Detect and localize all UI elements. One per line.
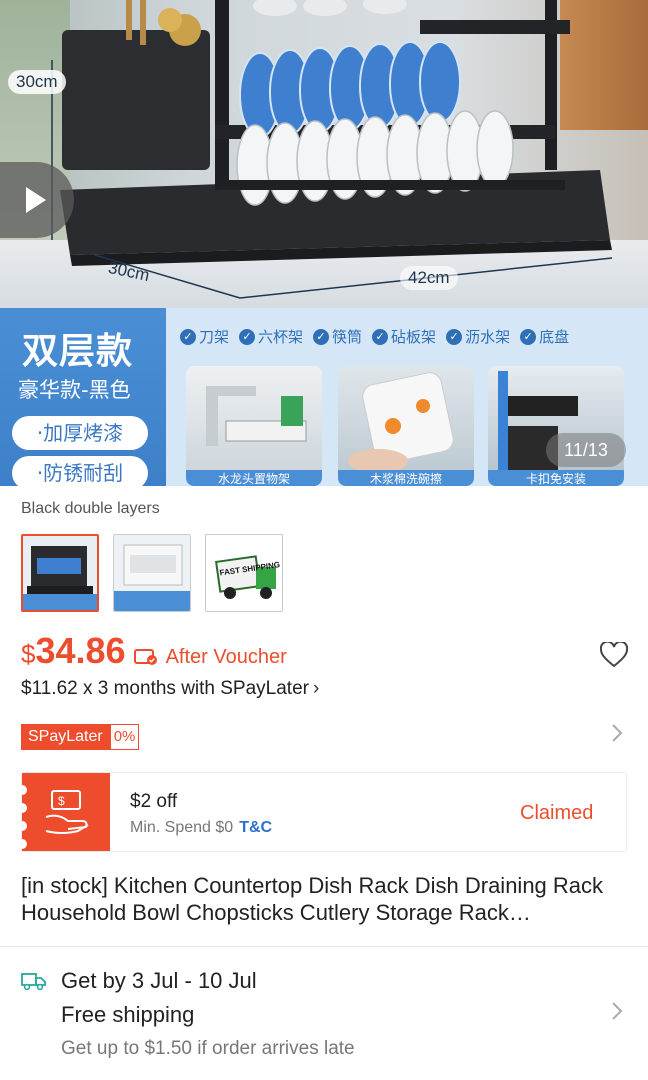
banner-feature-label: 筷筒 (332, 328, 363, 346)
banner-feature-list: ✓ 刀架 ✓ 六杯架 ✓ 筷筒 ✓ 砧板架 ✓ 沥水架 ✓ 底盘 (180, 326, 648, 347)
banner-feature: ✓ 刀架 (180, 326, 229, 347)
play-video-button[interactable] (0, 162, 74, 238)
after-voucher-label: After Voucher (165, 646, 287, 668)
banner-sponge-photo: 木浆棉洗碗擦 (338, 366, 474, 486)
check-icon: ✓ (372, 328, 389, 345)
banner-feature-label: 砧板架 (391, 328, 437, 346)
price-row: $ 34.86 After Voucher (21, 630, 287, 672)
dish-rack-illustration (51, 0, 613, 299)
price-amount: 34.86 (35, 630, 126, 671)
banner-clip-photo: 卡扣免安装 (488, 366, 624, 486)
voucher-ticket-icon (133, 649, 157, 665)
voucher-notch (17, 803, 27, 813)
check-icon: ✓ (313, 328, 330, 345)
banner-feature-label: 刀架 (199, 328, 230, 346)
banner-feature: ✓ 筷筒 (313, 326, 362, 347)
white-rack-thumbnail (114, 535, 190, 611)
image-counter: 11/13 (546, 433, 626, 467)
spaylater-installment[interactable]: $11.62 x 3 months with SPayLater › (21, 678, 319, 700)
chevron-right-icon[interactable] (610, 1000, 624, 1022)
product-title: [in stock] Kitchen Countertop Dish Rack … (21, 873, 604, 925)
shipping-guarantee: Get up to $1.50 if order arrives late (61, 1038, 355, 1059)
voucher-badge: $ (17, 773, 110, 851)
banner-left-panel: 双层款 豪华款-黑色 ·加厚烤漆 ·防锈耐刮 (0, 308, 166, 486)
banner-faucet-photo: 水龙头置物架 (186, 366, 322, 486)
check-icon: ✓ (180, 328, 196, 345)
spaylater-badge[interactable]: SPayLater 0% (21, 724, 140, 750)
voucher-title: $2 off (130, 791, 178, 812)
voucher-notch (17, 839, 27, 849)
section-divider (0, 946, 648, 947)
banner-thumb-caption: 卡扣免安装 (488, 470, 624, 486)
heart-icon[interactable] (600, 642, 628, 668)
spaylater-rate: 0% (109, 724, 140, 750)
sponge-illustration (348, 372, 454, 473)
spaylater-brand: SPayLater (21, 724, 110, 750)
banner-thumb-caption: 木浆棉洗碗擦 (338, 470, 474, 486)
installment-text: $11.62 x 3 months with SPayLater (21, 678, 309, 699)
faucet-illustration (206, 386, 307, 446)
banner-subtitle: 豪华款-黑色 (18, 378, 131, 402)
coupon-hand-icon: $ (45, 790, 89, 834)
banner-pill: ·加厚烤漆 (12, 416, 148, 450)
banner-feature-label: 底盘 (539, 328, 570, 346)
banner-feature-label: 沥水架 (465, 328, 511, 346)
variant-thumb-black[interactable] (21, 534, 99, 612)
fast-shipping-truck-icon: FAST SHIPPING (214, 555, 281, 599)
check-icon: ✓ (520, 328, 537, 345)
check-icon: ✓ (239, 328, 256, 345)
play-icon (26, 187, 46, 213)
banner-feature: ✓ 砧板架 (372, 326, 436, 347)
check-icon: ✓ (446, 328, 463, 345)
fast-shipping-thumb[interactable]: FAST SHIPPING (205, 534, 283, 612)
variant-label: Black double layers (21, 500, 160, 517)
variant-thumbnails: FAST SHIPPING (21, 534, 283, 612)
voucher-claimed-status: Claimed (520, 802, 594, 824)
shipping-fee: Free shipping (61, 1002, 195, 1027)
svg-text:$: $ (58, 794, 65, 808)
banner-feature-label: 六杯架 (258, 328, 304, 346)
banner-feature: ✓ 底盘 (520, 326, 569, 347)
banner-pill: ·防锈耐刮 (12, 456, 148, 486)
shipping-eta: Get by 3 Jul - 10 Jul (61, 968, 257, 993)
voucher-notch (17, 785, 27, 795)
price-currency: $ (21, 639, 36, 669)
banner-feature: ✓ 六杯架 (239, 326, 303, 347)
black-rack-thumbnail (23, 536, 97, 610)
variant-thumb-white[interactable] (113, 534, 191, 612)
width-dimension-label: 42cm (400, 266, 458, 290)
voucher-notch (17, 821, 27, 831)
delivery-truck-icon (21, 973, 46, 991)
height-dimension-label: 30cm (8, 70, 66, 94)
chevron-right-icon: › (312, 678, 320, 699)
banner-thumb-caption: 水龙头置物架 (186, 470, 322, 486)
voucher-min-spend: Min. Spend $0 T&C (130, 819, 272, 837)
product-image-carousel[interactable]: 30cm 30cm 42cm 双层款 豪华款-黑色 ·加厚烤漆 ·防锈耐刮 ✓ 刀… (0, 0, 648, 486)
chevron-right-icon[interactable] (610, 722, 624, 744)
banner-title: 双层款 (22, 331, 134, 372)
voucher-card[interactable]: $ $2 off Min. Spend $0 T&C Claimed (17, 772, 627, 852)
voucher-tc-link[interactable]: T&C (239, 819, 272, 836)
voucher-min-spend-text: Min. Spend $0 (130, 819, 234, 836)
banner-feature: ✓ 沥水架 (446, 326, 510, 347)
